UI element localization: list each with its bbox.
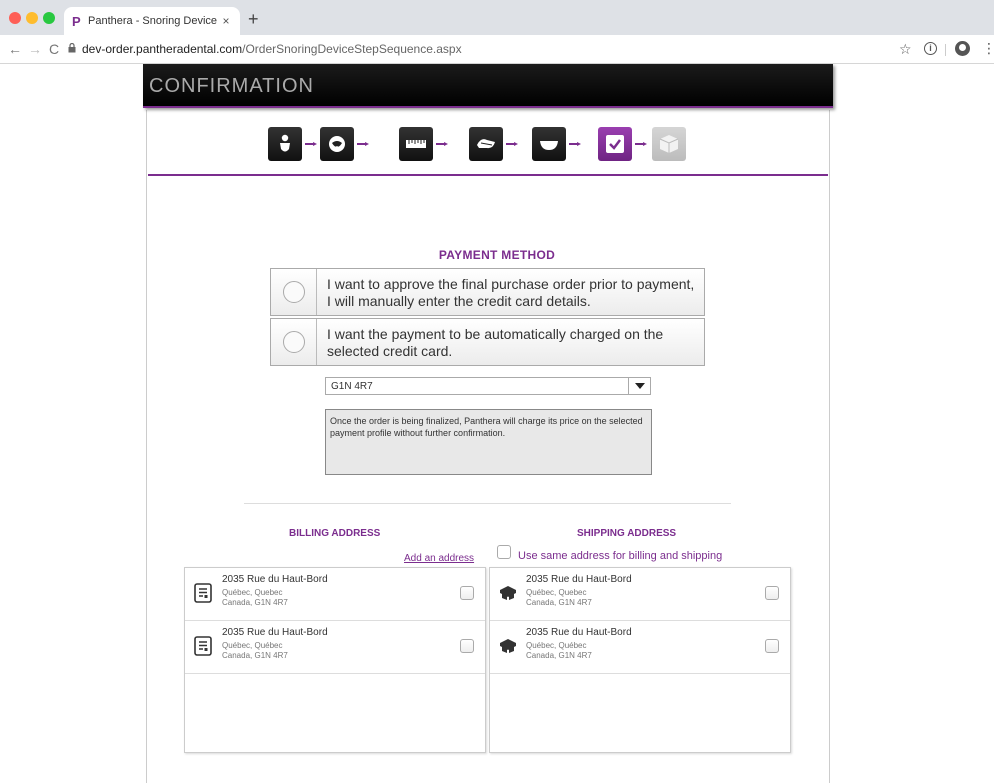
step-arrow <box>436 142 448 146</box>
dropdown-button[interactable] <box>628 378 650 394</box>
info-icon[interactable]: i <box>924 42 937 55</box>
close-window-button[interactable] <box>9 12 21 24</box>
section-divider <box>244 503 731 504</box>
step-arrow <box>569 142 581 146</box>
step-shipping <box>652 127 686 161</box>
step-arrow <box>305 142 317 146</box>
forward-button[interactable]: → <box>28 41 42 57</box>
browser-tab-bar: P Panthera - Snoring Device Order × + <box>0 0 994 35</box>
reload-button[interactable]: C <box>49 41 59 57</box>
billing-address-checkbox[interactable] <box>460 639 474 653</box>
tray-icon <box>540 141 558 150</box>
maximize-window-button[interactable] <box>43 12 55 24</box>
automatic-payment-label: I want the payment to be automatically c… <box>327 326 664 359</box>
step-device[interactable] <box>469 127 503 161</box>
step-measure[interactable] <box>399 127 433 161</box>
url-domain: dev-order.pantheradental.com <box>82 42 243 56</box>
checkmark-icon <box>606 135 624 153</box>
step-tooth[interactable] <box>320 127 354 161</box>
payment-method-title: PAYMENT METHOD <box>438 248 556 262</box>
address-line-1: 2035 Rue du Haut-Bord <box>526 574 632 585</box>
shipping-address-title: SHIPPING ADDRESS <box>577 528 677 539</box>
payment-option-manual[interactable]: I want to approve the final purchase ord… <box>270 268 705 316</box>
url-path: /OrderSnoringDeviceStepSequence.aspx <box>242 42 462 56</box>
billing-address-item[interactable]: 2035 Rue du Haut-Bord Québec, Québec Can… <box>185 621 485 674</box>
person-icon <box>280 134 290 152</box>
page-header: CONFIRMATION <box>143 64 833 108</box>
step-arrow <box>506 142 518 146</box>
step-confirmation[interactable] <box>598 127 632 161</box>
address-line-1: 2035 Rue du Haut-Bord <box>222 627 328 638</box>
radio-container <box>271 269 317 315</box>
tab-close-icon[interactable]: × <box>220 14 232 28</box>
radio-container <box>271 319 317 365</box>
step-progress-bar <box>148 110 828 176</box>
panthera-favicon-icon: P <box>72 13 81 29</box>
profile-avatar-icon[interactable] <box>955 41 970 56</box>
package-icon <box>500 586 516 600</box>
payment-note: Once the order is being finalized, Panth… <box>325 409 652 475</box>
bookmark-star-icon[interactable]: ☆ <box>899 41 912 58</box>
step-arrow <box>635 142 647 146</box>
address-line-3: Canada, G1N 4R7 <box>222 598 288 607</box>
shipping-address-checkbox[interactable] <box>765 586 779 600</box>
manual-payment-radio[interactable] <box>282 281 305 303</box>
mouthguard-icon <box>477 139 495 149</box>
shipping-address-list: 2035 Rue du Haut-Bord Québec, Quebec Can… <box>489 567 791 753</box>
minimize-window-button[interactable] <box>26 12 38 24</box>
billing-address-title: BILLING ADDRESS <box>289 528 381 539</box>
chevron-down-icon <box>634 383 645 389</box>
payment-profile-select[interactable]: G1N 4R7 <box>325 377 651 395</box>
box-icon <box>659 135 679 153</box>
browser-tab[interactable]: P Panthera - Snoring Device Order × <box>64 7 240 35</box>
back-button[interactable]: ← <box>8 41 22 57</box>
step-tray[interactable] <box>532 127 566 161</box>
address-line-2: Québec, Quebec <box>526 588 587 597</box>
add-address-link[interactable]: Add an address <box>404 553 474 564</box>
invoice-icon <box>194 636 212 656</box>
billing-address-item[interactable]: 2035 Rue du Haut-Bord Québec, Quebec Can… <box>185 568 485 621</box>
address-line-1: 2035 Rue du Haut-Bord <box>222 574 328 585</box>
browser-menu-icon[interactable]: ⋮ <box>982 40 994 57</box>
new-tab-button[interactable]: + <box>248 9 259 30</box>
address-line-3: Canada, G1N 4R7 <box>526 598 592 607</box>
address-bar: ← → C dev-order.pantheradental.com/Order… <box>0 35 994 64</box>
billing-address-list: 2035 Rue du Haut-Bord Québec, Quebec Can… <box>184 567 486 753</box>
shipping-address-checkbox[interactable] <box>765 639 779 653</box>
selected-profile-value: G1N 4R7 <box>331 381 373 392</box>
tooth-icon <box>329 136 345 152</box>
same-address-checkbox[interactable] <box>497 545 511 559</box>
address-line-2: Québec, Quebec <box>222 588 283 597</box>
tab-title: Panthera - Snoring Device Order <box>88 15 220 27</box>
payment-option-automatic[interactable]: I want the payment to be automatically c… <box>270 318 705 366</box>
step-patient[interactable] <box>268 127 302 161</box>
shipping-address-item[interactable]: 2035 Rue du Haut-Bord Québec, Quebec Can… <box>490 568 790 621</box>
address-line-1: 2035 Rue du Haut-Bord <box>526 627 632 638</box>
address-line-2: Québec, Québec <box>526 641 587 650</box>
automatic-payment-radio[interactable] <box>282 331 305 353</box>
ruler-icon <box>406 140 426 148</box>
invoice-icon <box>194 583 212 603</box>
lock-icon <box>68 42 76 56</box>
manual-payment-label: I want to approve the final purchase ord… <box>327 276 695 309</box>
shipping-address-item[interactable]: 2035 Rue du Haut-Bord Québec, Québec Can… <box>490 621 790 674</box>
address-line-3: Canada, G1N 4R7 <box>222 651 288 660</box>
billing-address-checkbox[interactable] <box>460 586 474 600</box>
url-input[interactable]: dev-order.pantheradental.com/OrderSnorin… <box>82 42 462 56</box>
same-address-label: Use same address for billing and shippin… <box>518 550 723 562</box>
step-arrow <box>357 142 369 146</box>
address-line-3: Canada, G1N 4R7 <box>526 651 592 660</box>
address-line-2: Québec, Québec <box>222 641 283 650</box>
toolbar-divider <box>945 44 946 56</box>
page-title: CONFIRMATION <box>149 75 314 97</box>
package-icon <box>500 639 516 653</box>
